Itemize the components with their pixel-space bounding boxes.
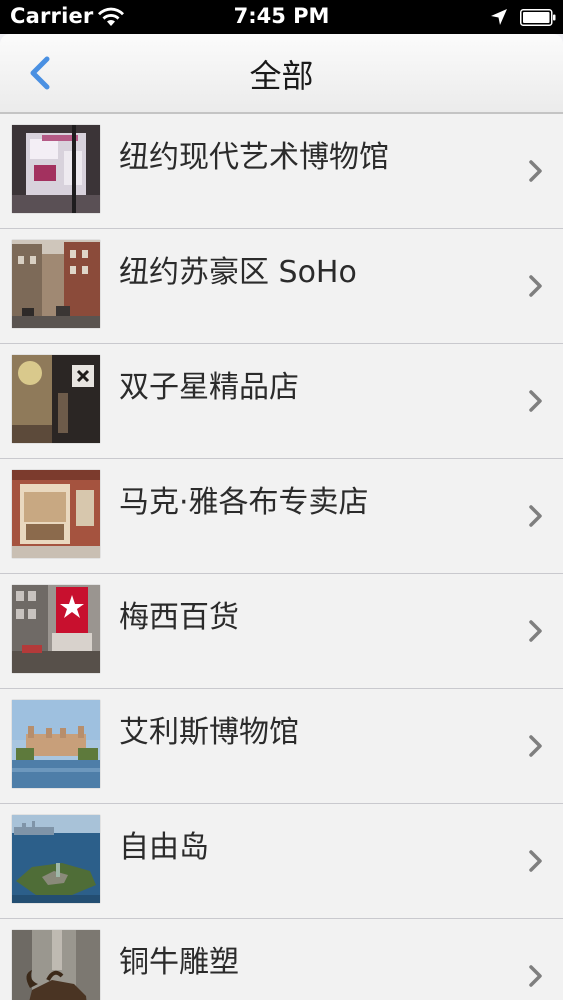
boutique-shop-photo xyxy=(12,355,100,443)
list-item[interactable]: 铜牛雕塑 xyxy=(0,919,563,1000)
list-item[interactable]: 梅西百货 xyxy=(0,574,563,689)
status-bar: Carrier 7:45 PM xyxy=(0,0,563,34)
chevron-right-icon xyxy=(529,850,542,872)
list-item-label: 自由岛 xyxy=(119,830,209,865)
soho-street-photo xyxy=(12,240,100,328)
list-item-label: 双子星精品店 xyxy=(119,370,299,405)
list-item-label: 梅西百货 xyxy=(119,600,239,635)
list-item-label: 纽约苏豪区 SoHo xyxy=(119,255,357,290)
list-item-label: 纽约现代艺术博物馆 xyxy=(119,140,389,175)
navigation-bar: 全部 xyxy=(0,34,563,114)
museum-of-modern-art-photo xyxy=(12,125,100,213)
list-item-label: 艾利斯博物馆 xyxy=(119,715,299,750)
list-item[interactable]: 双子星精品店 xyxy=(0,344,563,459)
macys-building-photo xyxy=(12,585,100,673)
chevron-right-icon xyxy=(529,160,542,182)
page-title: 全部 xyxy=(249,57,314,95)
clock-label: 7:45 PM xyxy=(233,4,330,28)
app-screen: Carrier 7:45 PM 全部 纽约现代艺术博物馆 纽约苏豪区 SoHo … xyxy=(0,0,563,1000)
chevron-right-icon xyxy=(529,275,542,297)
ellis-island-museum-photo xyxy=(12,700,100,788)
chevron-right-icon xyxy=(529,965,542,987)
list-item-label: 铜牛雕塑 xyxy=(119,945,239,980)
liberty-island-photo xyxy=(12,815,100,903)
chevron-right-icon xyxy=(529,505,542,527)
list-item-label: 马克·雅各布专卖店 xyxy=(119,485,369,520)
attractions-list: 纽约现代艺术博物馆 纽约苏豪区 SoHo 双子星精品店 马克·雅各布专卖店 梅西… xyxy=(0,114,563,1000)
chevron-right-icon xyxy=(529,390,542,412)
chevron-right-icon xyxy=(529,735,542,757)
marc-jacobs-store-photo xyxy=(12,470,100,558)
list-item[interactable]: 纽约苏豪区 SoHo xyxy=(0,229,563,344)
chevron-right-icon xyxy=(529,620,542,642)
list-item[interactable]: 艾利斯博物馆 xyxy=(0,689,563,804)
charging-bull-photo xyxy=(12,930,100,1000)
battery-icon xyxy=(520,9,556,26)
list-item[interactable]: 自由岛 xyxy=(0,804,563,919)
location-arrow-icon xyxy=(491,9,507,25)
list-item[interactable]: 纽约现代艺术博物馆 xyxy=(0,114,563,229)
list-item[interactable]: 马克·雅各布专卖店 xyxy=(0,459,563,574)
